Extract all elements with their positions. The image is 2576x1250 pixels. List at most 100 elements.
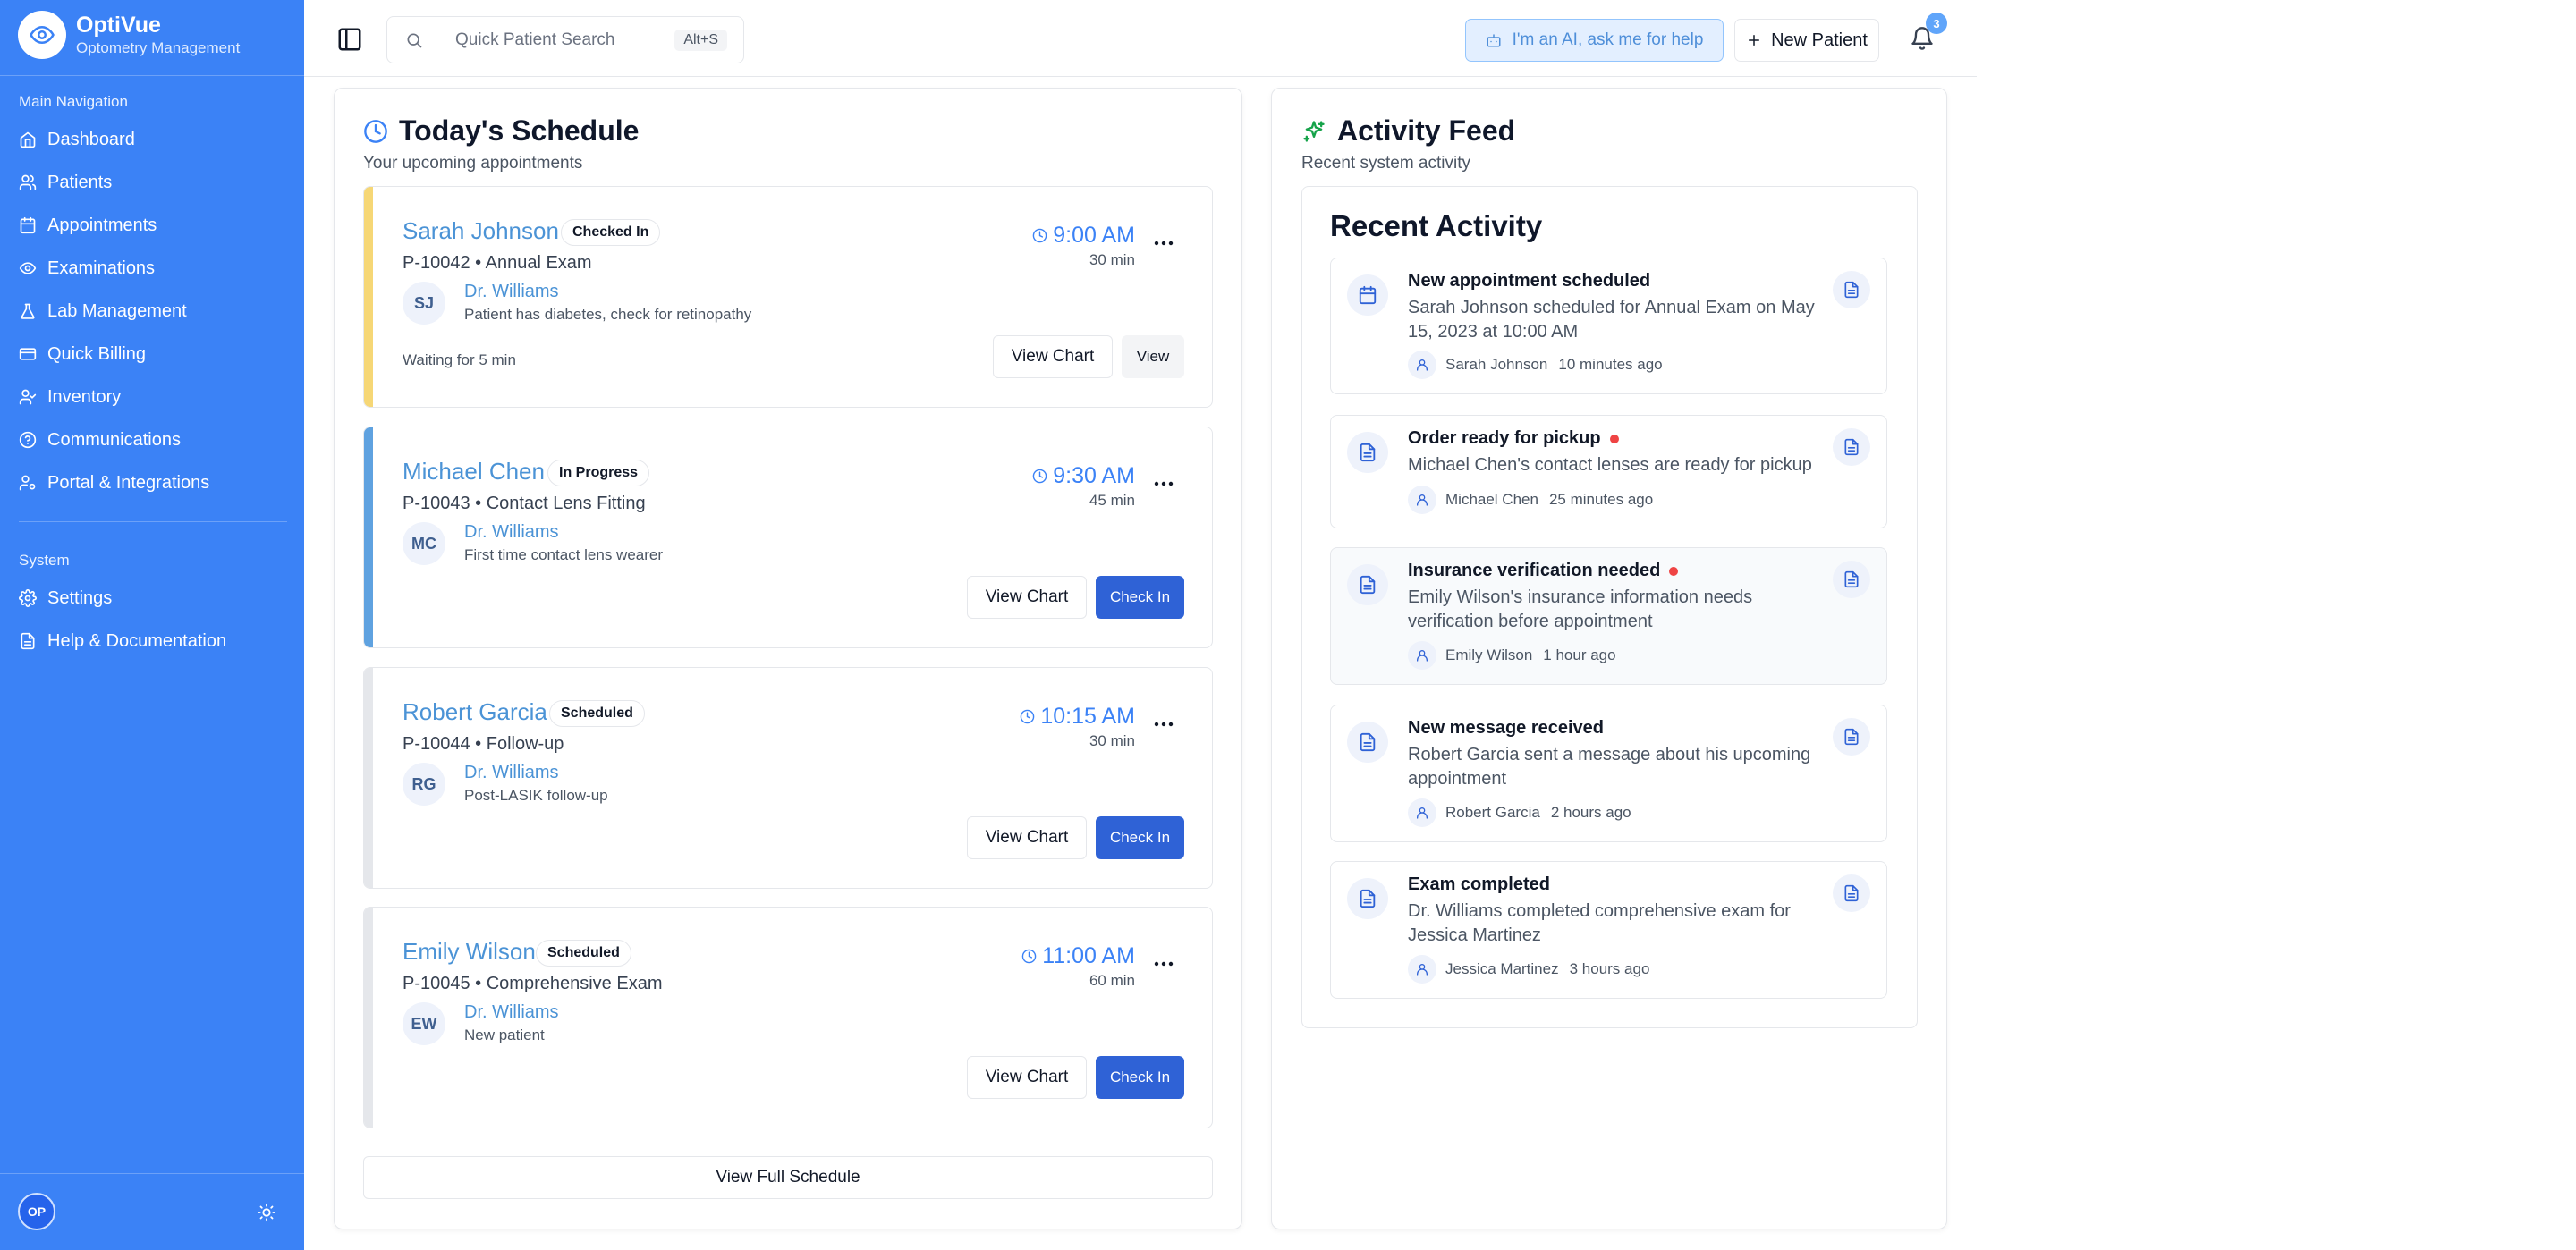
ai-help-button[interactable]: I'm an AI, ask me for help <box>1465 19 1724 62</box>
appointment-time: 11:00 AM <box>1021 943 1135 969</box>
patient-name[interactable]: Sarah Johnson <box>402 217 559 245</box>
activity-item[interactable]: Order ready for pickup Michael Chen's co… <box>1330 415 1887 528</box>
patient-name[interactable]: Michael Chen <box>402 458 545 486</box>
doctor-name[interactable]: Dr. Williams <box>464 282 559 302</box>
brand-name: OptiVue <box>76 13 161 38</box>
recent-activity-title: Recent Activity <box>1330 209 1543 242</box>
more-options-icon[interactable] <box>1153 479 1174 488</box>
document-icon[interactable] <box>1833 561 1870 598</box>
activity-user[interactable]: Michael Chen <box>1445 491 1538 509</box>
sidebar-item-inventory[interactable]: Inventory <box>19 381 287 413</box>
sun-icon[interactable] <box>257 1203 276 1222</box>
view-full-schedule-button[interactable]: View Full Schedule <box>363 1156 1213 1199</box>
activity-time: 25 minutes ago <box>1548 491 1654 508</box>
appointment-card[interactable]: Emily Wilson Scheduled P-10045 • Compreh… <box>363 907 1213 1128</box>
sidebar-item-label: Lab Management <box>47 300 187 321</box>
user-cog-icon <box>19 474 37 492</box>
sidebar-item-label: Patients <box>47 172 113 192</box>
activity-user[interactable]: Jessica Martinez <box>1445 960 1559 978</box>
check-in-button[interactable]: Check In <box>1096 1056 1184 1099</box>
user-icon <box>1408 486 1436 514</box>
sidebar-item-help[interactable]: Help & Documentation <box>19 625 287 657</box>
status-accent-bar <box>364 187 373 407</box>
activity-item[interactable]: New message received Robert Garcia sent … <box>1330 705 1887 842</box>
sidebar-item-appointments[interactable]: Appointments <box>19 209 287 241</box>
patient-name[interactable]: Emily Wilson <box>402 938 536 966</box>
users-icon <box>19 173 37 191</box>
sidebar-item-settings[interactable]: Settings <box>19 582 287 614</box>
appointment-duration: 30 min <box>1089 251 1135 268</box>
check-in-button[interactable]: Check In <box>1096 576 1184 619</box>
sidebar-item-quick-billing[interactable]: Quick Billing <box>19 338 287 370</box>
status-badge: Scheduled <box>536 940 631 967</box>
status-badge: Scheduled <box>549 700 645 727</box>
activity-user[interactable]: Emily Wilson <box>1445 646 1532 664</box>
search-input[interactable] <box>455 30 661 50</box>
doctor-name[interactable]: Dr. Williams <box>464 763 559 783</box>
activity-user[interactable]: Sarah Johnson <box>1445 356 1547 374</box>
sidebar-item-communications[interactable]: Communications <box>19 424 287 456</box>
activity-title-text: Insurance verification needed <box>1408 561 1661 580</box>
doctor-name[interactable]: Dr. Williams <box>464 522 559 543</box>
sidebar-item-lab-management[interactable]: Lab Management <box>19 295 287 327</box>
eye-logo-icon <box>18 11 66 59</box>
appointment-card[interactable]: Robert Garcia Scheduled P-10044 • Follow… <box>363 667 1213 889</box>
search-box[interactable]: Alt+S <box>386 16 744 63</box>
schedule-title: Today's Schedule <box>363 114 639 148</box>
waiting-time: Waiting for 5 min <box>402 351 516 368</box>
appointment-note: First time contact lens wearer <box>464 546 664 563</box>
user-avatar[interactable]: OP <box>18 1193 55 1230</box>
status-accent-bar <box>364 908 373 1128</box>
activity-title: Insurance verification needed <box>1408 561 1679 581</box>
user-check-icon <box>19 388 37 406</box>
sidebar-item-label: Appointments <box>47 215 157 235</box>
brand-subtitle: Optometry Management <box>76 39 241 56</box>
document-icon[interactable] <box>1833 718 1870 756</box>
sparkles-icon <box>1301 119 1326 144</box>
activity-item[interactable]: Exam completed Dr. Williams completed co… <box>1330 861 1887 999</box>
view-chart-button[interactable]: View Chart <box>967 576 1087 619</box>
appointment-duration: 45 min <box>1089 492 1135 509</box>
activity-item[interactable]: New appointment scheduled Sarah Johnson … <box>1330 258 1887 394</box>
check-in-button[interactable]: Check In <box>1096 816 1184 859</box>
view-chart-button[interactable]: View Chart <box>967 816 1087 859</box>
more-options-icon[interactable] <box>1153 720 1174 729</box>
appointment-note: New patient <box>464 1026 545 1043</box>
calendar-icon <box>1347 274 1388 316</box>
sidebar-item-examinations[interactable]: Examinations <box>19 252 287 284</box>
patient-name[interactable]: Robert Garcia <box>402 698 547 726</box>
document-icon[interactable] <box>1833 428 1870 466</box>
activity-description: Robert Garcia sent a message about his u… <box>1408 745 1811 789</box>
activity-title: Activity Feed <box>1301 114 1515 148</box>
view-button[interactable]: View <box>1122 335 1184 378</box>
more-options-icon[interactable] <box>1153 239 1174 248</box>
avatar: SJ <box>402 282 445 325</box>
sidebar-item-portal-integrations[interactable]: Portal & Integrations <box>19 467 287 499</box>
document-icon[interactable] <box>1833 271 1870 308</box>
new-patient-button[interactable]: New Patient <box>1734 19 1879 62</box>
appointment-time-text: 9:00 AM <box>1053 223 1135 248</box>
view-chart-button[interactable]: View Chart <box>967 1056 1087 1099</box>
activity-title: Order ready for pickup <box>1408 428 1619 449</box>
user-icon <box>1408 955 1436 984</box>
activity-meta: Michael Chen 25 minutes ago <box>1408 486 1653 514</box>
appointment-note: Patient has diabetes, check for retinopa… <box>464 306 752 323</box>
activity-item[interactable]: Insurance verification needed Emily Wils… <box>1330 547 1887 685</box>
sidebar-toggle-icon[interactable] <box>336 26 363 53</box>
sidebar-item-dashboard[interactable]: Dashboard <box>19 123 287 156</box>
brand[interactable]: OptiVue Optometry Management <box>18 11 240 59</box>
sidebar-item-label: Help & Documentation <box>47 630 227 651</box>
document-icon[interactable] <box>1833 874 1870 912</box>
view-chart-button[interactable]: View Chart <box>993 335 1113 378</box>
activity-meta: Jessica Martinez 3 hours ago <box>1408 955 1649 984</box>
appointment-card[interactable]: Sarah Johnson Checked In P-10042 • Annua… <box>363 186 1213 408</box>
activity-title-text: New appointment scheduled <box>1408 271 1651 291</box>
more-options-icon[interactable] <box>1153 959 1174 968</box>
appointment-card[interactable]: Michael Chen In Progress P-10043 • Conta… <box>363 427 1213 648</box>
doctor-name[interactable]: Dr. Williams <box>464 1002 559 1023</box>
sidebar-item-label: Quick Billing <box>47 343 147 364</box>
sidebar-item-patients[interactable]: Patients <box>19 166 287 198</box>
activity-title: New message received <box>1408 718 1604 739</box>
sidebar-item-label: Communications <box>47 429 181 450</box>
activity-user[interactable]: Robert Garcia <box>1445 804 1540 822</box>
